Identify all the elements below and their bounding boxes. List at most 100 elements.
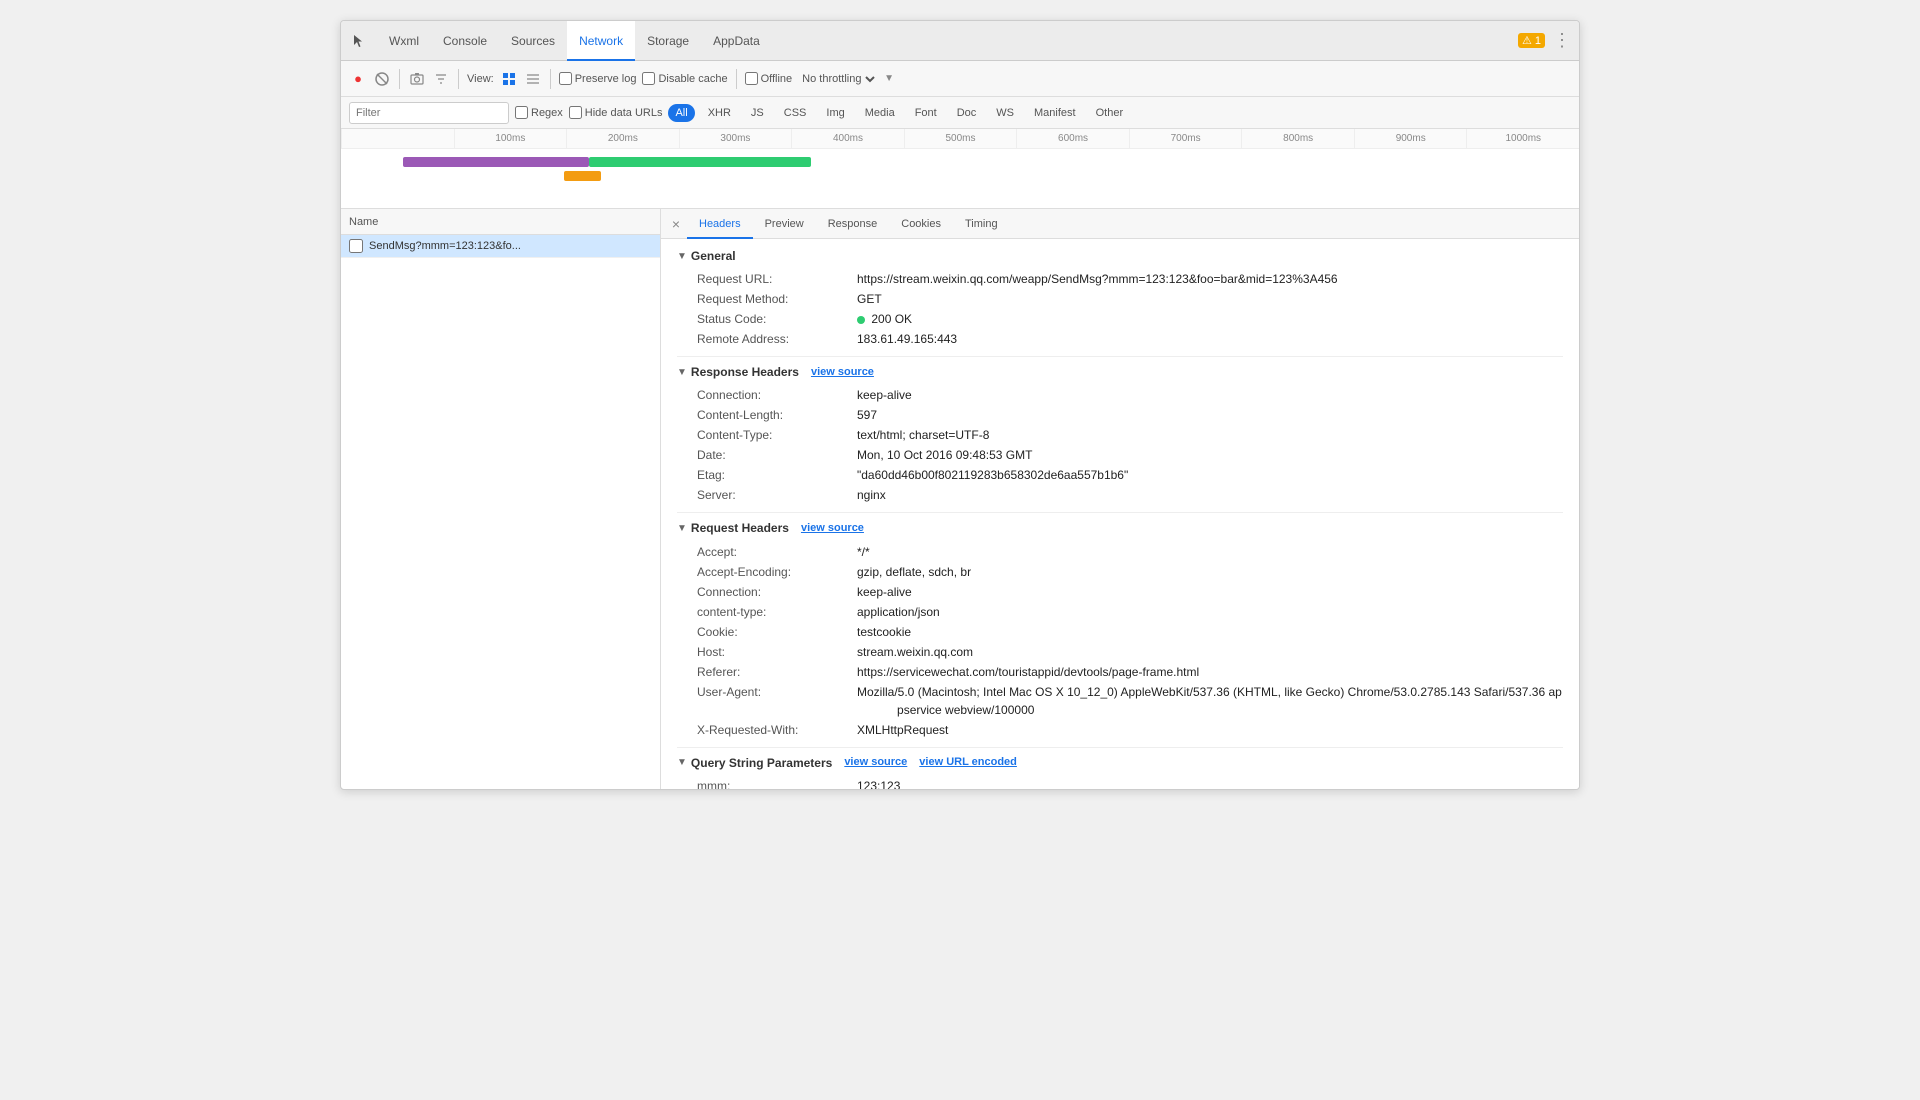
response-headers-section: ▼ Response Headers view source Connectio…: [677, 363, 1563, 504]
request-headers-section: ▼ Request Headers view source Accept: */…: [677, 519, 1563, 738]
general-title: General: [691, 247, 736, 266]
view-list-icon[interactable]: [524, 70, 542, 88]
top-tab-bar: Wxml Console Sources Network Storage App…: [341, 21, 1579, 61]
filter-font-btn[interactable]: Font: [908, 104, 944, 122]
request-item-checkbox-0[interactable]: [349, 239, 363, 253]
general-request-method: Request Method: GET: [697, 290, 1563, 308]
detail-panel: × Headers Preview Response Cookies Timin…: [661, 209, 1579, 789]
query-string-section: ▼ Query String Parameters view source vi…: [677, 754, 1563, 789]
timeline-ruler: 100ms 200ms 300ms 400ms 500ms 600ms 700m…: [341, 129, 1579, 149]
clear-button[interactable]: [373, 70, 391, 88]
regex-checkbox[interactable]: Regex: [515, 106, 563, 119]
general-arrow: ▼: [677, 249, 687, 265]
detail-tab-cookies[interactable]: Cookies: [889, 209, 953, 239]
query-string-body: mmm: 123:123 foo: bar mid: 123:456: [677, 777, 1563, 789]
tick-200: 200ms: [566, 129, 679, 148]
filter-xhr-btn[interactable]: XHR: [701, 104, 738, 122]
req-header-4: Cookie: testcookie: [697, 623, 1563, 641]
toolbar: ● View: Preserve log Disable cache Offli…: [341, 61, 1579, 97]
status-code-key: Status Code:: [697, 310, 857, 328]
request-item-name-0: SendMsg?mmm=123:123&fo...: [369, 240, 521, 252]
request-url-key: Request URL:: [697, 270, 857, 288]
toolbar-divider-2: [458, 69, 459, 89]
req-header-2: Connection: keep-alive: [697, 583, 1563, 601]
request-url-val: https://stream.weixin.qq.com/weapp/SendM…: [857, 270, 1338, 288]
record-button[interactable]: ●: [349, 70, 367, 88]
filter-all-btn[interactable]: All: [668, 104, 694, 122]
resp-header-5: Server: nginx: [697, 486, 1563, 504]
request-list-header: Name: [341, 209, 660, 235]
cursor-icon: [349, 31, 369, 51]
tab-console[interactable]: Console: [431, 21, 499, 61]
filter-img-btn[interactable]: Img: [819, 104, 851, 122]
tab-storage[interactable]: Storage: [635, 21, 701, 61]
filter-input[interactable]: [349, 102, 509, 124]
detail-tab-response[interactable]: Response: [816, 209, 890, 239]
response-headers-header[interactable]: ▼ Response Headers view source: [677, 363, 1563, 382]
hide-data-urls-checkbox[interactable]: Hide data URLs: [569, 106, 663, 119]
capture-button[interactable]: [408, 70, 426, 88]
tab-network[interactable]: Network: [567, 21, 635, 61]
filter-ws-btn[interactable]: WS: [989, 104, 1021, 122]
timeline-bar-response: [589, 157, 812, 167]
more-icon[interactable]: ⋮: [1553, 30, 1571, 51]
response-headers-body: Connection: keep-alive Content-Length: 5…: [677, 386, 1563, 504]
preserve-log-checkbox[interactable]: Preserve log: [559, 72, 637, 85]
filter-doc-btn[interactable]: Doc: [950, 104, 984, 122]
resp-header-0: Connection: keep-alive: [697, 386, 1563, 404]
filter-media-btn[interactable]: Media: [858, 104, 902, 122]
status-code-val: 200 OK: [857, 310, 912, 328]
response-headers-arrow: ▼: [677, 365, 687, 381]
offline-checkbox[interactable]: Offline: [745, 72, 793, 85]
tick-100: 100ms: [454, 129, 567, 148]
detail-tab-headers[interactable]: Headers: [687, 209, 753, 239]
tab-appdata[interactable]: AppData: [701, 21, 772, 61]
query-string-view-source[interactable]: view source: [844, 754, 907, 772]
filter-button[interactable]: [432, 70, 450, 88]
tick-800: 800ms: [1241, 129, 1354, 148]
tab-sources[interactable]: Sources: [499, 21, 567, 61]
request-headers-title: Request Headers: [691, 519, 789, 538]
req-header-1: Accept-Encoding: gzip, deflate, sdch, br: [697, 563, 1563, 581]
response-headers-view-source[interactable]: view source: [811, 364, 874, 382]
divider-3: [677, 747, 1563, 748]
tick-700: 700ms: [1129, 129, 1242, 148]
filter-js-btn[interactable]: JS: [744, 104, 771, 122]
detail-close-btn[interactable]: ×: [665, 209, 687, 239]
resp-header-1: Content-Length: 597: [697, 406, 1563, 424]
toolbar-divider-3: [550, 69, 551, 89]
request-item-0[interactable]: SendMsg?mmm=123:123&fo...: [341, 235, 660, 258]
general-section-header[interactable]: ▼ General: [677, 247, 1563, 266]
view-grid-icon[interactable]: [500, 70, 518, 88]
tab-wxml[interactable]: Wxml: [377, 21, 431, 61]
detail-tab-preview[interactable]: Preview: [753, 209, 816, 239]
resp-header-2: Content-Type: text/html; charset=UTF-8: [697, 426, 1563, 444]
warning-badge[interactable]: ⚠ 1: [1518, 33, 1545, 48]
timeline-bar-connect: [564, 171, 601, 181]
disable-cache-checkbox[interactable]: Disable cache: [642, 72, 727, 85]
response-headers-title: Response Headers: [691, 363, 799, 382]
status-dot: [857, 316, 865, 324]
filter-bar: Regex Hide data URLs All XHR JS CSS Img …: [341, 97, 1579, 129]
query-string-header[interactable]: ▼ Query String Parameters view source vi…: [677, 754, 1563, 773]
req-header-8: X-Requested-With: XMLHttpRequest: [697, 721, 1563, 739]
req-header-6: Referer: https://servicewechat.com/touri…: [697, 663, 1563, 681]
remote-address-key: Remote Address:: [697, 330, 857, 348]
timeline-bar-dns: [403, 157, 589, 167]
query-string-view-url-encoded[interactable]: view URL encoded: [919, 754, 1017, 772]
tick-900: 900ms: [1354, 129, 1467, 148]
req-header-5: Host: stream.weixin.qq.com: [697, 643, 1563, 661]
filter-css-btn[interactable]: CSS: [777, 104, 814, 122]
resp-header-3: Date: Mon, 10 Oct 2016 09:48:53 GMT: [697, 446, 1563, 464]
throttle-select[interactable]: No throttling: [798, 72, 878, 86]
tick-300: 300ms: [679, 129, 792, 148]
request-headers-header[interactable]: ▼ Request Headers view source: [677, 519, 1563, 538]
request-headers-view-source[interactable]: view source: [801, 520, 864, 538]
filter-manifest-btn[interactable]: Manifest: [1027, 104, 1083, 122]
request-method-key: Request Method:: [697, 290, 857, 308]
query-string-arrow: ▼: [677, 755, 687, 771]
tick-500: 500ms: [904, 129, 1017, 148]
detail-tab-timing[interactable]: Timing: [953, 209, 1010, 239]
filter-other-btn[interactable]: Other: [1089, 104, 1131, 122]
divider-1: [677, 356, 1563, 357]
